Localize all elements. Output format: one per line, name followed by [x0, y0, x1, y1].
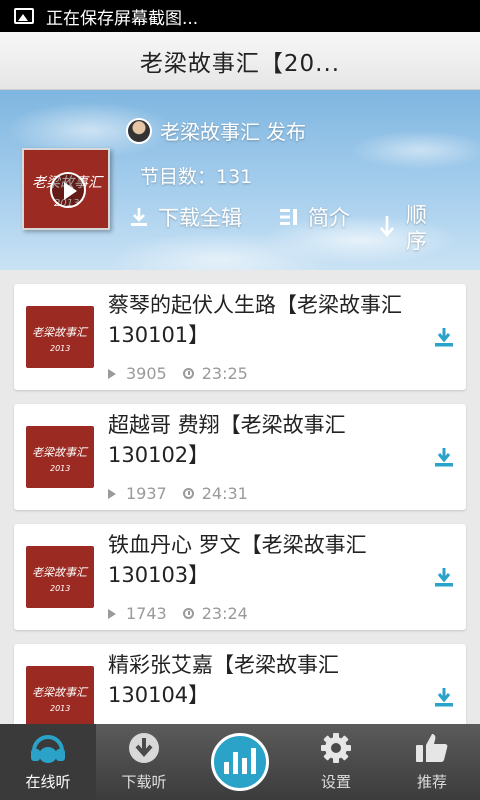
list-item[interactable]: 老梁故事汇 2013 铁血丹心 罗文【老梁故事汇 130103】 1743 23… — [14, 524, 466, 630]
thumbnail-text: 老梁故事汇 — [32, 686, 87, 699]
title-bar: 老梁故事汇【20... — [0, 32, 480, 90]
episode-thumbnail: 老梁故事汇 2013 — [26, 546, 94, 608]
author-row: 老梁故事汇 发布 — [126, 116, 306, 145]
intro-button[interactable]: 简介 — [278, 202, 350, 232]
thumbnail-year: 2013 — [50, 584, 71, 593]
duration: 23:25 — [201, 364, 248, 383]
play-count-icon — [108, 488, 116, 499]
episode-thumbnail: 老梁故事汇 2013 — [26, 426, 94, 488]
list-item[interactable]: 老梁故事汇 2013 超越哥 费翔【老梁故事汇 130102】 1937 24:… — [14, 404, 466, 510]
episode-count: 节目数：131 — [140, 166, 253, 188]
episode-thumbnail: 老梁故事汇 2013 — [26, 666, 94, 728]
download-button[interactable] — [434, 686, 454, 712]
status-text: 正在保存屏幕截图... — [46, 8, 199, 29]
nav-download[interactable]: 下载听 — [96, 724, 192, 800]
page-title: 老梁故事汇【20... — [139, 50, 341, 77]
episode-meta: 1743 23:24 — [108, 604, 248, 623]
avatar[interactable] — [126, 117, 152, 144]
episode-title: 铁血丹心 罗文【老梁故事汇 130103】 — [108, 533, 367, 587]
episode-title: 超越哥 费翔【老梁故事汇 130102】 — [108, 413, 346, 467]
list-icon — [280, 209, 297, 225]
nav-online[interactable]: 在线听 — [0, 724, 96, 800]
download-circle-icon — [129, 733, 159, 763]
arrow-down-icon — [380, 216, 394, 237]
play-count-icon — [108, 368, 116, 379]
episode-list: 老梁故事汇 2013 蔡琴的起伏人生路【老梁故事汇 130101】 3905 2… — [14, 284, 466, 764]
status-bar: 正在保存屏幕截图... — [0, 0, 480, 32]
duration: 24:31 — [201, 484, 248, 503]
bottom-nav: 在线听 下载听 设置 推荐 — [0, 724, 480, 800]
thumbnail-text: 老梁故事汇 — [32, 446, 87, 459]
download-all-button[interactable]: 下载全辑 — [128, 202, 242, 232]
sort-order-button[interactable]: 顺序 — [376, 202, 430, 254]
thumbnail-text: 老梁故事汇 — [32, 566, 87, 579]
nav-recommend-label: 推荐 — [416, 773, 447, 791]
thumbnail-text: 老梁故事汇 — [32, 326, 87, 339]
album-actions: 下载全辑 简介 顺序 — [128, 202, 430, 254]
play-count: 1743 — [126, 604, 167, 623]
nav-settings[interactable]: 设置 — [288, 724, 384, 800]
nav-settings-label: 设置 — [320, 773, 351, 791]
download-icon — [435, 448, 453, 467]
author-name[interactable]: 老梁故事汇 — [160, 116, 260, 145]
download-button[interactable] — [434, 446, 454, 472]
play-count: 3905 — [126, 364, 167, 383]
episode-title: 蔡琴的起伏人生路【老梁故事汇 130101】 — [108, 293, 402, 347]
episode-title: 精彩张艾嘉【老梁故事汇 130104】 — [108, 653, 339, 707]
thumbnail-year: 2013 — [50, 344, 71, 353]
headphones-icon — [31, 735, 65, 763]
download-button[interactable] — [434, 566, 454, 592]
album-banner: 老梁故事汇 2013 老梁故事汇 发布 节目数：131 下载全辑 简介 顺序 — [0, 90, 480, 270]
album-cover[interactable]: 老梁故事汇 2013 — [22, 148, 110, 230]
download-icon — [435, 568, 453, 587]
play-count-icon — [108, 608, 116, 619]
nav-recommend[interactable]: 推荐 — [384, 724, 480, 800]
episode-meta: 3905 23:25 — [108, 364, 248, 383]
play-icon[interactable] — [50, 172, 86, 208]
clock-icon — [182, 608, 194, 619]
list-item[interactable]: 老梁故事汇 2013 蔡琴的起伏人生路【老梁故事汇 130101】 3905 2… — [14, 284, 466, 390]
thumbnail-year: 2013 — [50, 464, 71, 473]
clock-icon — [182, 488, 194, 499]
download-icon — [131, 208, 147, 226]
now-playing-button[interactable] — [192, 724, 288, 800]
nav-download-label: 下载听 — [121, 773, 167, 791]
download-button[interactable] — [434, 326, 454, 352]
play-count: 1937 — [126, 484, 167, 503]
equalizer-icon — [211, 733, 269, 791]
episode-thumbnail: 老梁故事汇 2013 — [26, 306, 94, 368]
nav-online-label: 在线听 — [25, 773, 71, 791]
sort-order-label: 顺序 — [406, 203, 427, 253]
download-icon — [435, 328, 453, 347]
download-icon — [435, 688, 453, 707]
screenshot-icon — [14, 8, 34, 24]
download-all-label: 下载全辑 — [158, 206, 242, 230]
clock-icon — [182, 368, 194, 379]
gear-icon — [321, 733, 351, 763]
duration: 23:24 — [201, 604, 248, 623]
thumbs-up-icon — [416, 734, 448, 762]
thumbnail-year: 2013 — [50, 704, 71, 713]
author-suffix: 发布 — [266, 120, 306, 144]
intro-label: 简介 — [308, 206, 350, 230]
episode-meta: 1937 24:31 — [108, 484, 248, 503]
